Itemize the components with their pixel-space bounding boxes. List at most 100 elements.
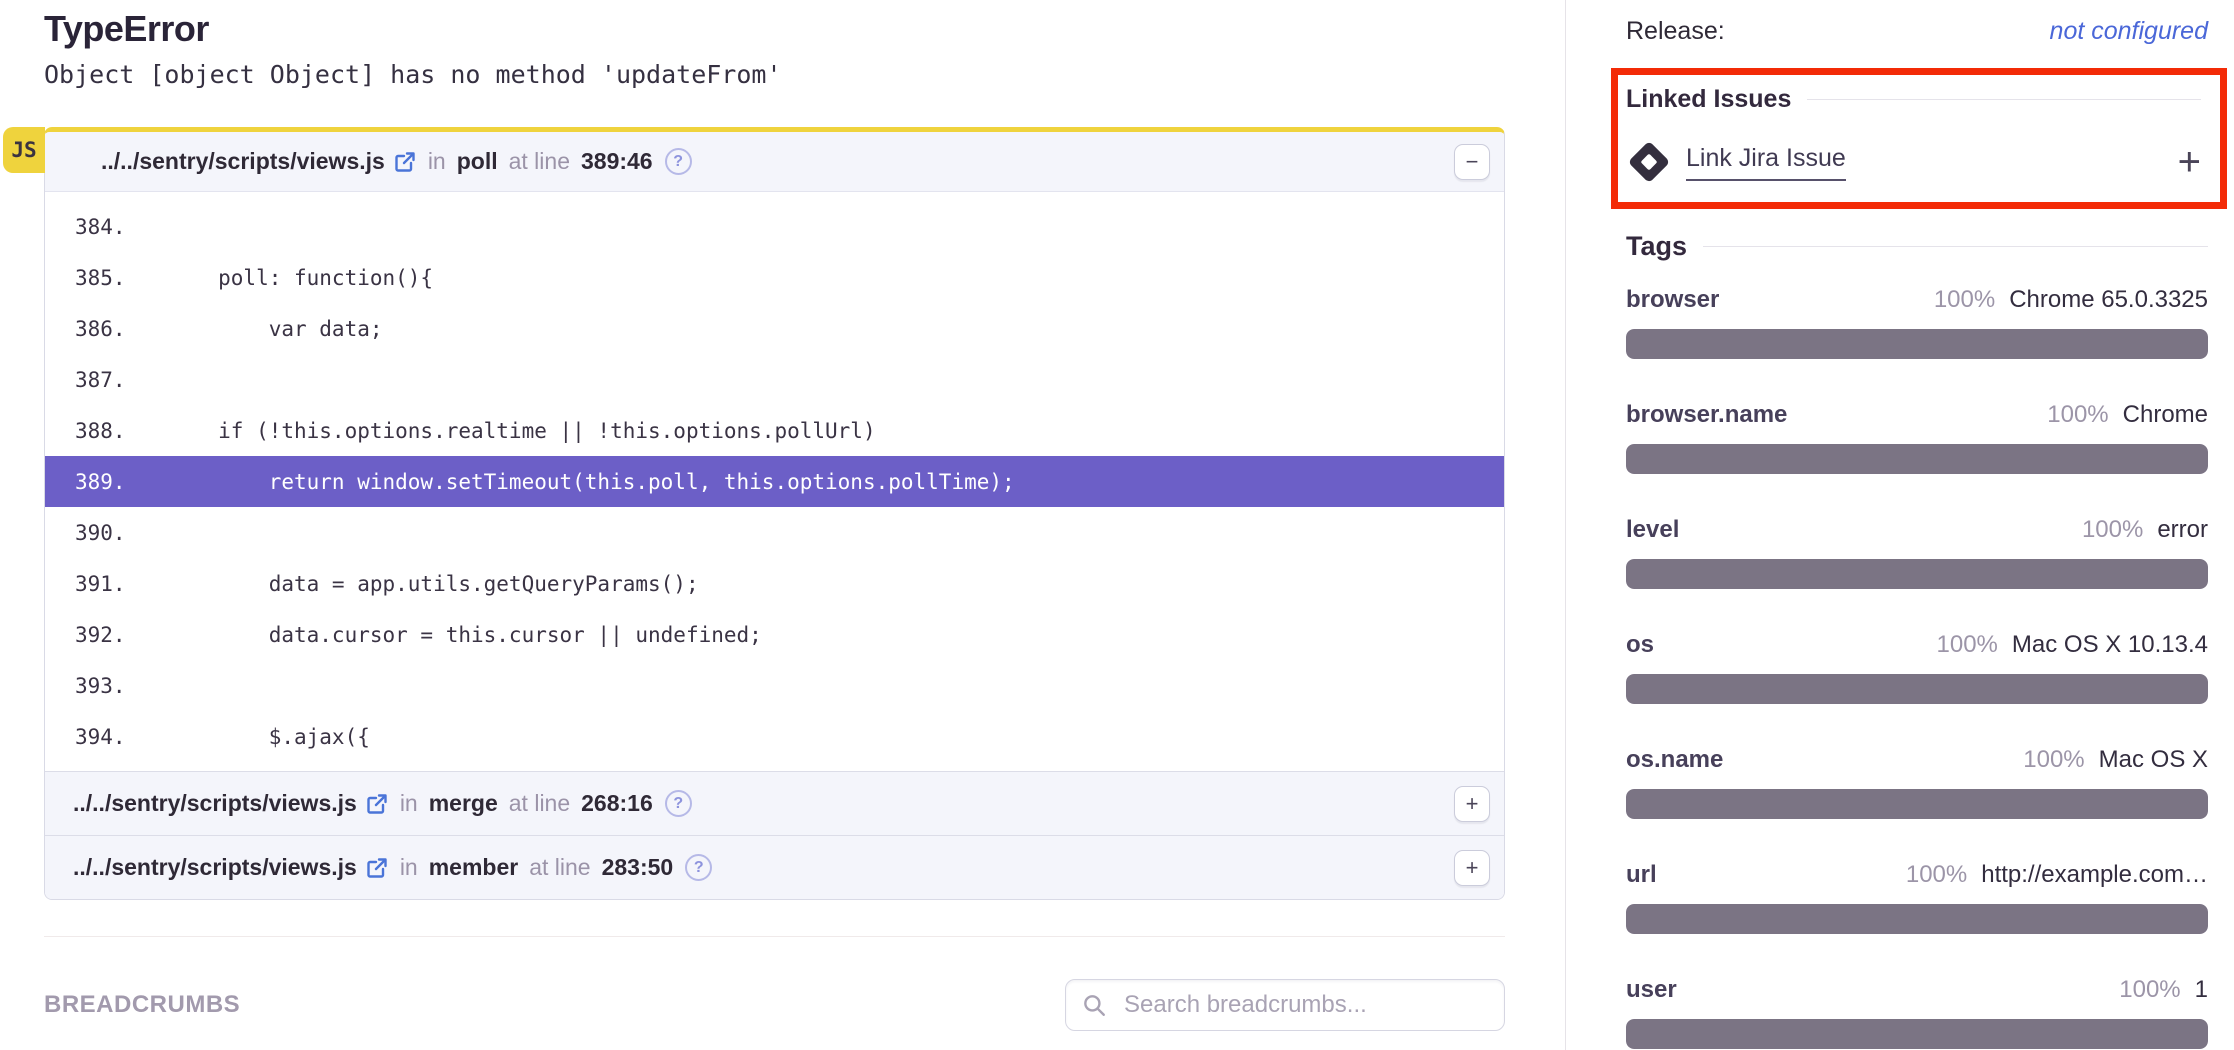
external-link-icon[interactable] [393, 150, 417, 174]
tag-value[interactable]: Chrome 65.0.3325 [2009, 286, 2208, 314]
in-label: in [400, 854, 418, 881]
page: TypeError Object [object Object] has no … [0, 0, 2234, 1050]
help-icon[interactable]: ? [665, 790, 692, 817]
line-number: 390. [45, 521, 117, 545]
line-number: 392. [45, 623, 117, 647]
tag-distribution-bar [1626, 674, 2208, 704]
code-line: 387. [45, 354, 1504, 405]
collapse-frame-button[interactable]: − [1454, 144, 1490, 180]
in-label: in [428, 148, 446, 175]
tag-distribution-bar [1626, 444, 2208, 474]
line-number: 385. [45, 266, 117, 290]
code-line: 393. [45, 660, 1504, 711]
stack-trace-panel: JS ../../sentry/scripts/views.js in poll… [44, 127, 1505, 900]
external-link-icon[interactable] [365, 792, 389, 816]
tag-row-level: level 100% error [1626, 516, 2208, 589]
frame-function-name: member [429, 854, 518, 881]
frame-function-name: merge [429, 790, 498, 817]
frame-file-path[interactable]: ../../sentry/scripts/views.js [73, 790, 357, 817]
tag-percent: 100% [2047, 401, 2108, 429]
tag-value[interactable]: Mac OS X [2099, 746, 2208, 774]
line-number: 393. [45, 674, 117, 698]
code-line: 390. [45, 507, 1504, 558]
stack-frame-header-poll[interactable]: ../../sentry/scripts/views.js in poll at… [45, 132, 1504, 192]
platform-js-badge: JS [3, 127, 45, 173]
code-line: 388. if (!this.options.realtime || !this… [45, 405, 1504, 456]
heading-rule [1703, 246, 2208, 247]
line-number: 394. [45, 725, 117, 749]
frame-file-path[interactable]: ../../sentry/scripts/views.js [101, 148, 385, 175]
breadcrumbs-heading: BREADCRUMBS [44, 991, 240, 1019]
tag-value[interactable]: error [2157, 516, 2208, 544]
exception-message: Object [object Object] has no method 'up… [44, 60, 1505, 89]
release-not-configured-link[interactable]: not configured [2050, 17, 2208, 46]
tag-distribution-bar [1626, 1019, 2208, 1049]
code-line-highlighted: 389. return window.setTimeout(this.poll,… [45, 456, 1504, 507]
tag-percent: 100% [1906, 861, 1967, 889]
stack-frame-header-member[interactable]: ../../sentry/scripts/views.js in member … [45, 835, 1504, 899]
external-link-icon[interactable] [365, 856, 389, 880]
code-line: 386. var data; [45, 303, 1504, 354]
tag-name[interactable]: url [1626, 861, 1657, 889]
tag-value[interactable]: Chrome [2123, 401, 2208, 429]
tag-value[interactable]: Mac OS X 10.13.4 [2012, 631, 2208, 659]
tag-name[interactable]: os [1626, 631, 1654, 659]
tags-section: Tags browser 100% Chrome 65.0.3325 brows… [1626, 231, 2208, 1049]
tags-heading: Tags [1626, 231, 1687, 262]
tag-percent: 100% [2023, 746, 2084, 774]
tag-name[interactable]: browser [1626, 286, 1719, 314]
linked-issues-heading: Linked Issues [1626, 85, 1791, 114]
frame-file-path[interactable]: ../../sentry/scripts/views.js [73, 854, 357, 881]
tag-distribution-bar [1626, 904, 2208, 934]
heading-rule [1807, 99, 2201, 100]
line-number: 388. [45, 419, 117, 443]
tag-name[interactable]: level [1626, 516, 1679, 544]
frame-line-number: 268:16 [581, 790, 653, 817]
tag-row-browser: browser 100% Chrome 65.0.3325 [1626, 286, 2208, 359]
tag-value[interactable]: 1 [2195, 976, 2208, 1004]
line-number: 386. [45, 317, 117, 341]
tag-percent: 100% [2119, 976, 2180, 1004]
tag-percent: 100% [1934, 286, 1995, 314]
code-line: 392. data.cursor = this.cursor || undefi… [45, 609, 1504, 660]
expand-frame-button[interactable]: + [1454, 786, 1490, 822]
line-source: if (!this.options.realtime || !this.opti… [117, 419, 876, 443]
release-row: Release: not configured [1626, 14, 2208, 48]
tag-row-browser-name: browser.name 100% Chrome [1626, 401, 2208, 474]
line-number: 391. [45, 572, 117, 596]
line-source: var data; [117, 317, 383, 341]
source-context: 384. 385. poll: function(){ 386. var dat… [45, 192, 1504, 771]
search-breadcrumbs-input[interactable] [1065, 979, 1505, 1031]
jira-icon [1628, 141, 1670, 183]
breadcrumbs-search [1065, 979, 1505, 1031]
code-line: 384. [45, 201, 1504, 252]
help-icon[interactable]: ? [685, 854, 712, 881]
tag-row-user: user 100% 1 [1626, 976, 2208, 1049]
tag-distribution-bar [1626, 559, 2208, 589]
at-line-label: at line [529, 854, 590, 881]
tag-name[interactable]: browser.name [1626, 401, 1787, 429]
link-jira-issue-link[interactable]: Link Jira Issue [1686, 144, 1846, 181]
line-number: 389. [45, 470, 117, 494]
code-line: 394. $.ajax({ [45, 711, 1504, 762]
line-source: data = app.utils.getQueryParams(); [117, 572, 699, 596]
frame-line-number: 283:50 [602, 854, 674, 881]
sidebar: Release: not configured Linked Issues Li… [1565, 0, 2234, 1050]
line-source: poll: function(){ [117, 266, 433, 290]
frame-function-name: poll [457, 148, 498, 175]
line-number: 387. [45, 368, 117, 392]
expand-frame-button[interactable]: + [1454, 850, 1490, 886]
add-linked-issue-button[interactable]: + [2178, 147, 2201, 177]
help-icon[interactable]: ? [665, 148, 692, 175]
tag-name[interactable]: user [1626, 976, 1677, 1004]
code-line: 385. poll: function(){ [45, 252, 1504, 303]
tag-row-os-name: os.name 100% Mac OS X [1626, 746, 2208, 819]
search-icon [1081, 992, 1107, 1023]
exception-title: TypeError [44, 8, 1505, 50]
stack-frame-header-merge[interactable]: ../../sentry/scripts/views.js in merge a… [45, 771, 1504, 835]
tag-name[interactable]: os.name [1626, 746, 1723, 774]
link-jira-issue-row: Link Jira Issue + [1626, 140, 2201, 184]
tag-value[interactable]: http://example.com… [1981, 861, 2208, 889]
linked-issues-highlight-box: Linked Issues Link Jira Issue + [1611, 68, 2227, 209]
breadcrumbs-section-header: BREADCRUMBS [44, 937, 1505, 1031]
